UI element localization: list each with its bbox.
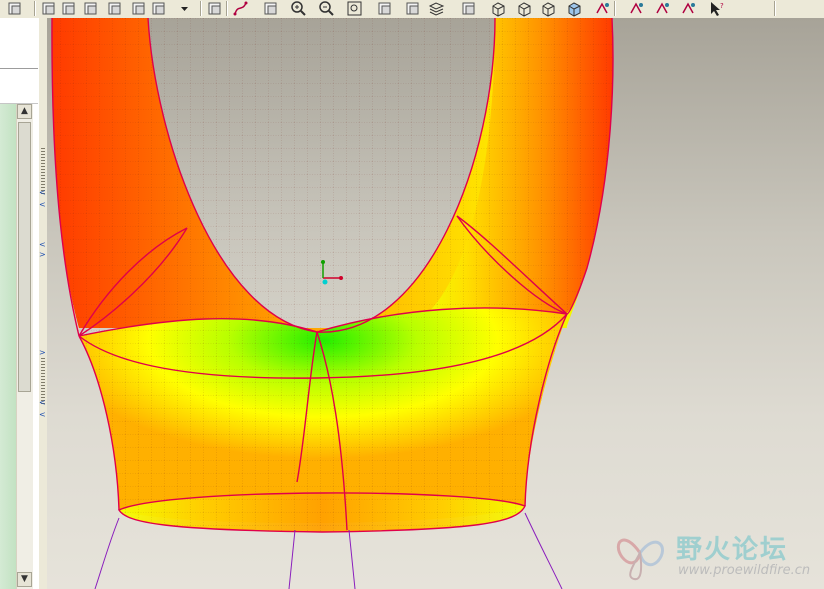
collapse-arrow-icon[interactable]: < bbox=[39, 200, 46, 209]
mesh-grid bbox=[51, 18, 613, 532]
collapse-arrow-icon[interactable]: < bbox=[39, 410, 46, 419]
model-tree-scrollbar[interactable]: ▲ ▼ bbox=[16, 104, 33, 589]
collapse-arrow-icon[interactable]: < bbox=[39, 240, 46, 249]
toolbar-separator bbox=[226, 1, 228, 16]
hidden-line-icon[interactable] bbox=[516, 0, 533, 17]
zoom-out-icon[interactable] bbox=[318, 0, 335, 17]
named-view-icon[interactable] bbox=[376, 0, 393, 17]
toolbar-separator bbox=[614, 1, 616, 16]
layers-icon[interactable] bbox=[428, 0, 445, 17]
watermark-url: www.proewildfire.cn bbox=[678, 563, 811, 578]
toolbar-separator bbox=[200, 1, 202, 16]
orient-icon[interactable] bbox=[404, 0, 421, 17]
expand-arrow-icon[interactable]: > bbox=[39, 348, 46, 357]
toolbar-separator bbox=[774, 1, 776, 16]
expand-arrow-icon[interactable]: > bbox=[39, 250, 46, 259]
paste-icon[interactable] bbox=[60, 0, 77, 17]
selection-filter-icon[interactable] bbox=[150, 0, 167, 17]
copy-icon[interactable] bbox=[40, 0, 57, 17]
butterfly-logo-icon bbox=[616, 538, 664, 581]
refit-icon[interactable] bbox=[346, 0, 363, 17]
view-manager-icon[interactable] bbox=[460, 0, 477, 17]
dropdown-icon[interactable] bbox=[176, 0, 193, 17]
toolbar-separator bbox=[34, 1, 36, 16]
context-help-icon[interactable]: ? bbox=[708, 0, 725, 17]
model-tree-panel: ▲ ▼ bbox=[0, 18, 39, 589]
graphics-window[interactable]: 野火论坛 www.proewildfire.cn bbox=[47, 18, 824, 589]
model-tree-icon[interactable] bbox=[106, 0, 123, 17]
datum-curve-icon[interactable] bbox=[232, 0, 249, 17]
sketch-icon[interactable] bbox=[206, 0, 223, 17]
no-hidden-icon[interactable] bbox=[540, 0, 557, 17]
coordinate-systems-icon[interactable] bbox=[680, 0, 697, 17]
find-icon[interactable] bbox=[130, 0, 147, 17]
scroll-down-icon: ▼ bbox=[21, 574, 28, 584]
paste-special-icon[interactable] bbox=[82, 0, 99, 17]
datum-planes-icon[interactable] bbox=[594, 0, 611, 17]
shading-icon[interactable] bbox=[566, 0, 583, 17]
collapse-arrow-icon[interactable]: < bbox=[39, 398, 46, 407]
model-render bbox=[51, 18, 614, 589]
spin-center-icon[interactable] bbox=[262, 0, 279, 17]
watermark-title: 野火论坛 bbox=[676, 535, 789, 565]
main-toolbar: ? bbox=[0, 0, 824, 19]
model-tree-header bbox=[0, 68, 38, 104]
model-tree-list[interactable] bbox=[0, 104, 16, 589]
svg-text:?: ? bbox=[720, 2, 724, 10]
zoom-in-icon[interactable] bbox=[290, 0, 307, 17]
datum-axes-icon[interactable] bbox=[628, 0, 645, 17]
scroll-up-icon: ▲ bbox=[21, 106, 28, 116]
scroll-thumb[interactable] bbox=[18, 122, 31, 392]
scroll-down-button[interactable]: ▼ bbox=[17, 572, 32, 587]
datum-points-icon[interactable] bbox=[654, 0, 671, 17]
wireframe-icon[interactable] bbox=[490, 0, 507, 17]
collapse-arrow-icon[interactable]: < bbox=[39, 188, 46, 197]
scroll-up-button[interactable]: ▲ bbox=[17, 104, 32, 119]
redo-icon[interactable] bbox=[6, 0, 23, 17]
forum-watermark: 野火论坛 www.proewildfire.cn bbox=[608, 523, 818, 583]
